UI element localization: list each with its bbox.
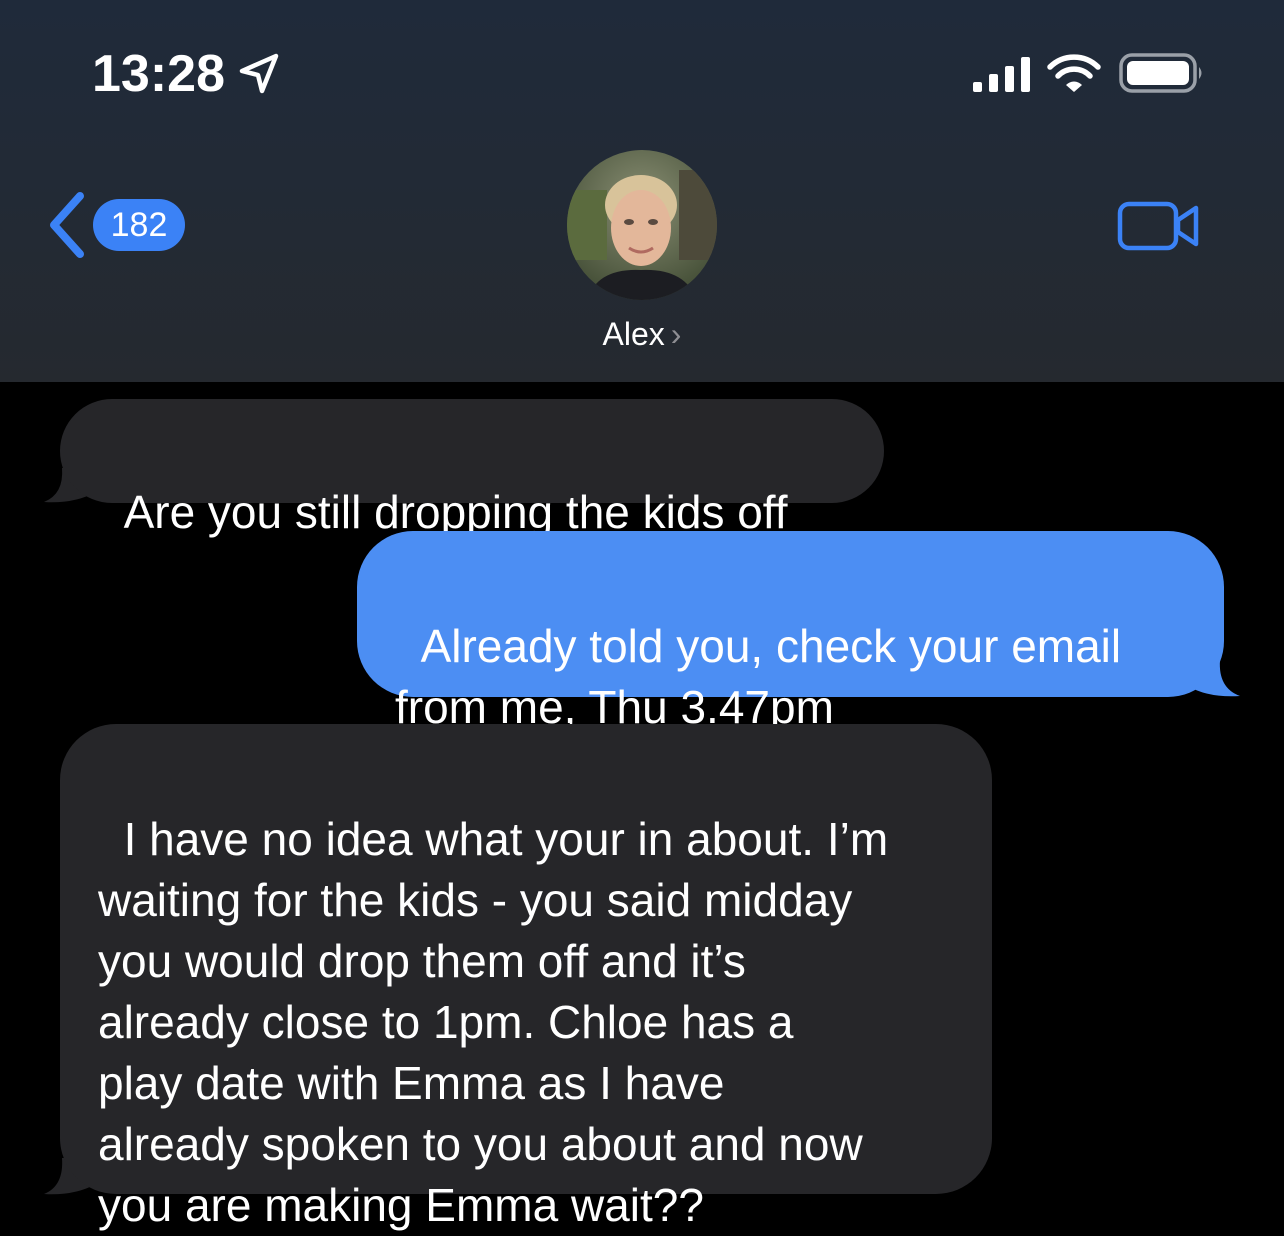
cellular-signal-icon — [973, 57, 1030, 92]
avatar-photo — [567, 150, 717, 300]
unread-count-badge: 182 — [93, 199, 185, 251]
wifi-icon — [1047, 54, 1101, 92]
message-text: Already told you, check your email from … — [395, 620, 1122, 733]
conversation-header: 13:28 182 Alex › — [0, 0, 1284, 382]
location-arrow-icon — [239, 53, 279, 94]
chevron-left-icon — [50, 192, 84, 258]
incoming-message-bubble[interactable]: Are you still dropping the kids off — [60, 399, 884, 538]
incoming-message-bubble[interactable]: I have no idea what your in about. I’m w… — [60, 724, 992, 1231]
status-time: 13:28 — [92, 45, 225, 103]
contact-name[interactable]: Alex › — [560, 312, 724, 356]
outgoing-message-bubble[interactable]: Already told you, check your email from … — [357, 531, 1224, 733]
chevron-right-icon: › — [670, 316, 682, 352]
message-text: I have no idea what your in about. I’m w… — [98, 813, 889, 1231]
battery-icon — [1119, 53, 1202, 93]
contact-name-label: Alex — [602, 316, 665, 352]
contact-avatar[interactable] — [567, 150, 717, 300]
video-camera-icon[interactable] — [1116, 196, 1202, 256]
back-button[interactable]: 182 — [46, 190, 196, 260]
